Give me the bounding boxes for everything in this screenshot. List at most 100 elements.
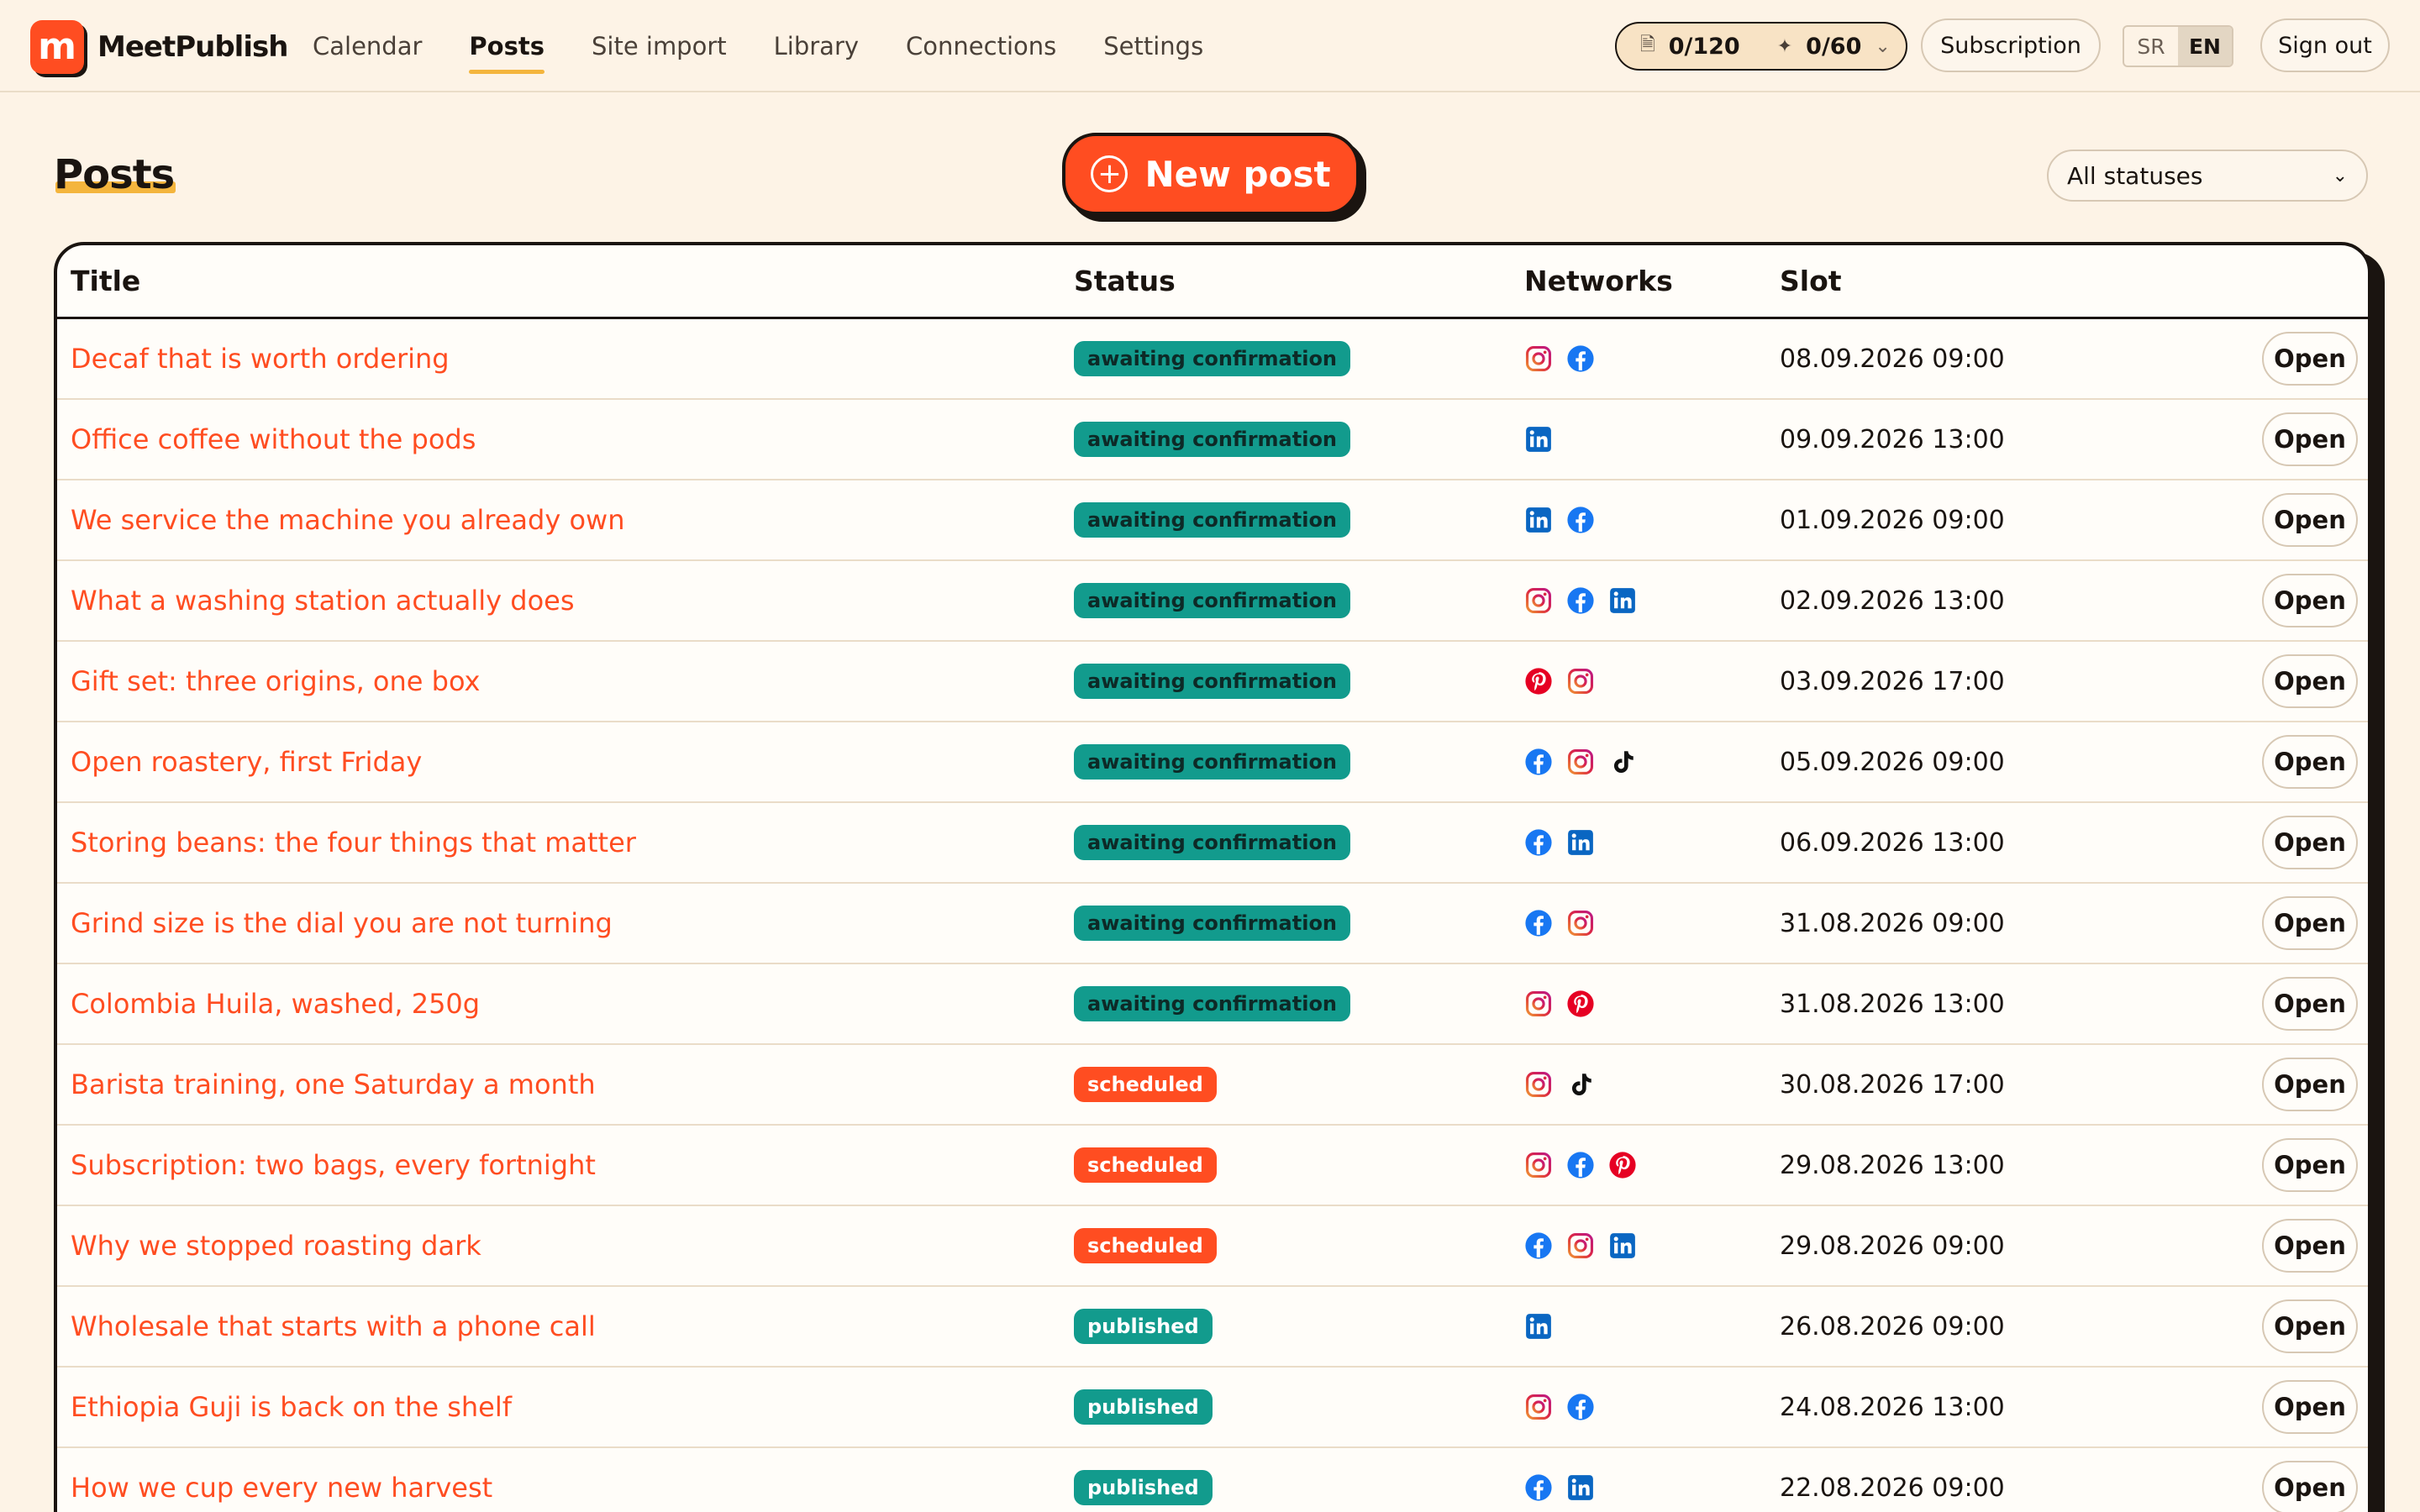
post-title-link[interactable]: Subscription: two bags, every fortnight bbox=[71, 1149, 596, 1181]
post-title-link[interactable]: Open roastery, first Friday bbox=[71, 746, 422, 778]
new-post-button[interactable]: + New post bbox=[1062, 133, 1360, 215]
lang-sr-button[interactable]: SR bbox=[2124, 27, 2178, 66]
post-title-link[interactable]: Wholesale that starts with a phone call bbox=[71, 1310, 596, 1342]
table-header: Title Status Networks Slot bbox=[57, 245, 2368, 319]
linkedin-icon bbox=[1566, 828, 1595, 857]
slot-cell: 05.09.2026 09:00 bbox=[1780, 747, 2005, 777]
status-badge: awaiting confirmation bbox=[1074, 502, 1351, 538]
post-title-link[interactable]: How we cup every new harvest bbox=[71, 1472, 492, 1504]
chevron-down-icon: ⌄ bbox=[2332, 165, 2348, 186]
slot-cell: 29.08.2026 13:00 bbox=[1780, 1150, 2005, 1180]
subscription-button[interactable]: Subscription bbox=[1921, 18, 2101, 72]
networks-cell bbox=[1524, 425, 1553, 454]
networks-cell bbox=[1524, 667, 1595, 696]
document-icon: 🗎 bbox=[1640, 34, 1655, 55]
open-button[interactable]: Open bbox=[2262, 1138, 2358, 1192]
table-row: Wholesale that starts with a phone call … bbox=[57, 1287, 2368, 1368]
facebook-icon bbox=[1524, 1473, 1553, 1502]
post-title-link[interactable]: Colombia Huila, washed, 250g bbox=[71, 988, 480, 1020]
column-title[interactable]: Title bbox=[71, 265, 140, 297]
networks-cell bbox=[1524, 1393, 1595, 1421]
instagram-icon bbox=[1566, 1231, 1595, 1260]
lang-en-button[interactable]: EN bbox=[2178, 27, 2232, 66]
nav-connections[interactable]: Connections bbox=[906, 27, 1056, 66]
table-row: Subscription: two bags, every fortnight … bbox=[57, 1126, 2368, 1206]
open-button[interactable]: Open bbox=[2262, 1058, 2358, 1111]
status-cell: awaiting confirmation bbox=[1074, 341, 1351, 376]
status-cell: scheduled bbox=[1074, 1228, 1217, 1263]
posts-table: Title Status Networks Slot Decaf that is… bbox=[54, 242, 2371, 1512]
post-title-link[interactable]: We service the machine you already own bbox=[71, 504, 624, 536]
facebook-icon bbox=[1524, 748, 1553, 776]
slot-cell: 22.08.2026 09:00 bbox=[1780, 1473, 2005, 1503]
post-title-link[interactable]: Gift set: three origins, one box bbox=[71, 665, 480, 697]
open-button[interactable]: Open bbox=[2262, 493, 2358, 547]
open-button[interactable]: Open bbox=[2262, 654, 2358, 708]
quota-dropdown[interactable]: 🗎 0/120 ✦ 0/60 ⌄ bbox=[1615, 22, 1907, 71]
slot-cell: 24.08.2026 13:00 bbox=[1780, 1392, 2005, 1422]
linkedin-icon bbox=[1608, 1231, 1637, 1260]
nav-calendar[interactable]: Calendar bbox=[313, 27, 422, 66]
nav-posts[interactable]: Posts bbox=[469, 27, 544, 74]
post-title-link[interactable]: Grind size is the dial you are not turni… bbox=[71, 907, 613, 939]
sign-out-button[interactable]: Sign out bbox=[2260, 18, 2390, 72]
column-status[interactable]: Status bbox=[1074, 265, 1176, 297]
nav-library[interactable]: Library bbox=[774, 27, 859, 66]
post-title-link[interactable]: Barista training, one Saturday a month bbox=[71, 1068, 596, 1100]
status-badge: awaiting confirmation bbox=[1074, 422, 1351, 457]
status-cell: published bbox=[1074, 1309, 1213, 1344]
table-row: Colombia Huila, washed, 250g awaiting co… bbox=[57, 964, 2368, 1045]
instagram-icon bbox=[1524, 586, 1553, 615]
table-row: Office coffee without the pods awaiting … bbox=[57, 400, 2368, 480]
post-title-link[interactable]: Why we stopped roasting dark bbox=[71, 1230, 481, 1262]
slot-cell: 31.08.2026 09:00 bbox=[1780, 908, 2005, 938]
status-filter-select[interactable]: All statuses ⌄ bbox=[2047, 150, 2368, 202]
table-row: Ethiopia Guji is back on the shelf publi… bbox=[57, 1368, 2368, 1448]
instagram-icon bbox=[1524, 1151, 1553, 1179]
open-button[interactable]: Open bbox=[2262, 332, 2358, 386]
facebook-icon bbox=[1566, 344, 1595, 373]
open-button[interactable]: Open bbox=[2262, 735, 2358, 789]
open-button[interactable]: Open bbox=[2262, 1461, 2358, 1512]
status-badge: scheduled bbox=[1074, 1067, 1217, 1102]
linkedin-icon bbox=[1524, 1312, 1553, 1341]
open-button[interactable]: Open bbox=[2262, 1380, 2358, 1434]
post-title-link[interactable]: Decaf that is worth ordering bbox=[71, 343, 450, 375]
open-button[interactable]: Open bbox=[2262, 1299, 2358, 1353]
facebook-icon bbox=[1524, 1231, 1553, 1260]
status-cell: scheduled bbox=[1074, 1147, 1217, 1183]
column-slot[interactable]: Slot bbox=[1780, 265, 1842, 297]
table-row: How we cup every new harvest published 2… bbox=[57, 1448, 2368, 1512]
networks-cell bbox=[1524, 1070, 1595, 1099]
status-cell: awaiting confirmation bbox=[1074, 502, 1351, 538]
app-logo[interactable]: m MeetPublish bbox=[30, 20, 288, 74]
open-button[interactable]: Open bbox=[2262, 816, 2358, 869]
networks-cell bbox=[1524, 344, 1595, 373]
status-cell: published bbox=[1074, 1389, 1213, 1425]
facebook-icon bbox=[1566, 506, 1595, 534]
nav-site-import[interactable]: Site import bbox=[592, 27, 727, 66]
post-title-link[interactable]: What a washing station actually does bbox=[71, 585, 575, 617]
ai-quota: 0/60 bbox=[1806, 33, 1862, 60]
post-title-link[interactable]: Storing beans: the four things that matt… bbox=[71, 827, 636, 858]
status-cell: awaiting confirmation bbox=[1074, 664, 1351, 699]
open-button[interactable]: Open bbox=[2262, 574, 2358, 627]
networks-cell bbox=[1524, 1473, 1595, 1502]
open-button[interactable]: Open bbox=[2262, 1219, 2358, 1273]
facebook-icon bbox=[1524, 909, 1553, 937]
post-title-link[interactable]: Ethiopia Guji is back on the shelf bbox=[71, 1391, 512, 1423]
logo-mark-icon: m bbox=[30, 20, 84, 74]
open-button[interactable]: Open bbox=[2262, 977, 2358, 1031]
language-switcher: SR EN bbox=[2123, 25, 2233, 67]
slot-cell: 09.09.2026 13:00 bbox=[1780, 424, 2005, 454]
instagram-icon bbox=[1524, 1393, 1553, 1421]
status-badge: awaiting confirmation bbox=[1074, 906, 1351, 941]
status-cell: scheduled bbox=[1074, 1067, 1217, 1102]
column-networks[interactable]: Networks bbox=[1524, 265, 1673, 297]
nav-settings[interactable]: Settings bbox=[1103, 27, 1203, 66]
facebook-icon bbox=[1524, 828, 1553, 857]
open-button[interactable]: Open bbox=[2262, 412, 2358, 466]
status-cell: awaiting confirmation bbox=[1074, 825, 1351, 860]
open-button[interactable]: Open bbox=[2262, 896, 2358, 950]
post-title-link[interactable]: Office coffee without the pods bbox=[71, 423, 476, 455]
